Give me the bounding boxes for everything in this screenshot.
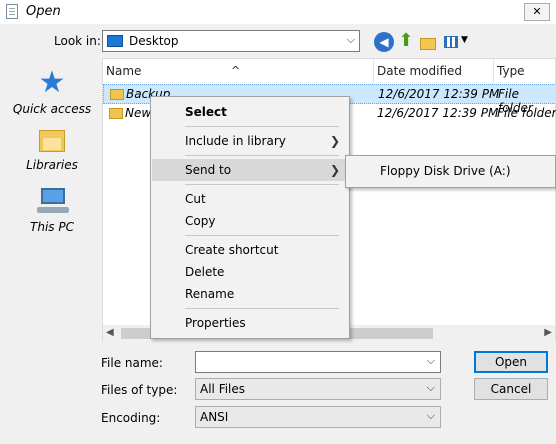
menu-item-floppy-drive[interactable]: Floppy Disk Drive (A:) (380, 164, 511, 178)
scroll-left-icon[interactable]: ◀ (106, 327, 114, 338)
view-menu-icon[interactable]: ▼ (442, 32, 472, 52)
chevron-down-icon[interactable]: ⌵ (427, 354, 435, 368)
close-button[interactable]: ✕ (524, 3, 550, 21)
look-in-combo[interactable]: Desktop ⌵ (102, 30, 360, 52)
chevron-right-icon: ❯ (329, 163, 340, 177)
file-type-value: All Files (200, 382, 246, 396)
chevron-right-icon: ❯ (329, 134, 340, 148)
place-label: Quick access (12, 102, 92, 116)
column-header: ^ Name Date modified Type (103, 59, 556, 83)
window-title: Open (26, 4, 61, 19)
menu-item-send-to[interactable]: Send to ❯ (152, 159, 348, 181)
places-bar: ★ Quick access Libraries This PC (6, 58, 98, 342)
desktop-icon (107, 35, 123, 47)
chevron-down-icon: ⌵ (426, 381, 435, 394)
menu-item-select[interactable]: Select (152, 101, 348, 123)
column-name[interactable]: Name (106, 64, 141, 78)
file-name-input[interactable]: ⌵ (195, 351, 441, 373)
file-name: New (125, 106, 152, 120)
folder-icon (109, 108, 123, 119)
open-dialog: Open ✕ Look in: Desktop ⌵ ◀ ⬆ ▼ ★ Quick … (0, 0, 556, 444)
menu-item-properties[interactable]: Properties (152, 312, 348, 334)
back-icon[interactable]: ◀ (374, 32, 394, 52)
place-label: This PC (30, 220, 74, 234)
libraries-icon (37, 128, 67, 154)
context-menu: Select Include in library ❯ Send to ❯ Cu… (150, 96, 350, 339)
menu-item-cut[interactable]: Cut (152, 188, 348, 210)
menu-item-include-in-library[interactable]: Include in library ❯ (152, 130, 348, 152)
place-this-pc[interactable]: This PC (6, 188, 98, 234)
encoding-label: Encoding: (101, 411, 161, 425)
new-folder-icon[interactable] (418, 32, 438, 52)
encoding-value: ANSI (200, 410, 229, 424)
star-icon: ★ (38, 65, 66, 100)
file-type-select[interactable]: All Files ⌵ (195, 378, 441, 400)
notepad-icon (6, 4, 18, 19)
file-date: 12/6/2017 12:39 PM (377, 106, 499, 120)
open-button[interactable]: Open (474, 351, 548, 373)
column-type[interactable]: Type (497, 64, 525, 78)
file-type: File folder (497, 106, 556, 120)
menu-item-create-shortcut[interactable]: Create shortcut (152, 239, 348, 261)
file-type-label: Files of type: (101, 383, 178, 397)
file-date: 12/6/2017 12:39 PM (378, 87, 500, 101)
title-bar: Open ✕ (0, 0, 556, 24)
sort-caret-icon: ^ (231, 64, 241, 77)
place-libraries[interactable]: Libraries (6, 128, 98, 172)
menu-item-delete[interactable]: Delete (152, 261, 348, 283)
scroll-right-icon[interactable]: ▶ (544, 327, 552, 338)
chevron-down-icon: ⌵ (346, 33, 355, 46)
look-in-value: Desktop (129, 34, 179, 48)
file-name-label: File name: (101, 356, 163, 370)
cancel-button[interactable]: Cancel (474, 378, 548, 400)
up-folder-icon[interactable]: ⬆ (396, 32, 416, 52)
computer-icon (35, 188, 69, 216)
chevron-down-icon: ⌵ (426, 409, 435, 422)
send-to-submenu: Floppy Disk Drive (A:) (345, 155, 556, 188)
column-date[interactable]: Date modified (377, 64, 462, 78)
menu-item-rename[interactable]: Rename (152, 283, 348, 305)
menu-item-label: Include in library (185, 134, 286, 148)
menu-item-copy[interactable]: Copy (152, 210, 348, 232)
place-quick-access[interactable]: ★ Quick access (6, 65, 98, 117)
folder-icon (110, 89, 124, 100)
look-in-label: Look in: (54, 34, 101, 48)
encoding-select[interactable]: ANSI ⌵ (195, 406, 441, 428)
menu-item-label: Send to (185, 163, 232, 177)
place-label: Libraries (26, 158, 78, 172)
